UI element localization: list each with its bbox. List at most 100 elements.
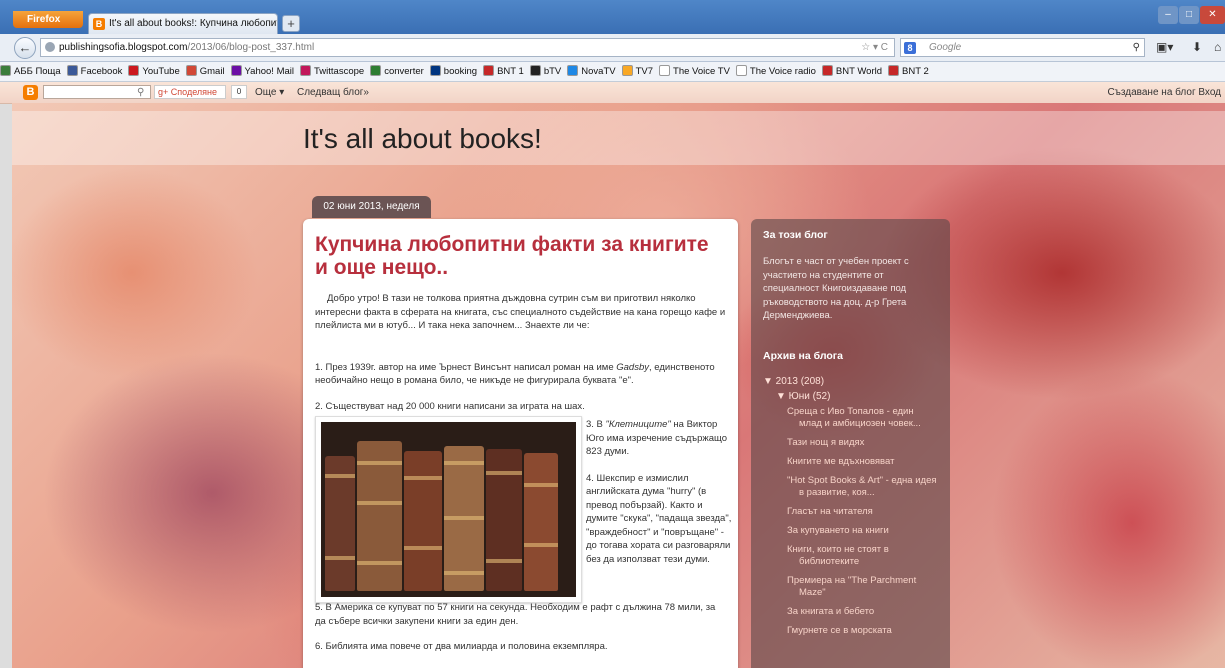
share-button[interactable]: g+ Споделяне xyxy=(154,85,226,99)
back-arrow-icon[interactable]: ← xyxy=(14,37,36,59)
bookmark-item[interactable]: BNT 2 xyxy=(888,62,929,81)
magnifier-icon[interactable]: ⚲ xyxy=(1133,39,1140,56)
fact-4: 4. Шекспир е измислил английската дума "… xyxy=(586,472,732,565)
bookmark-item[interactable]: АББ Поща xyxy=(0,62,61,81)
browser-titlebar: Firefox B It's all about books!: Купчина… xyxy=(0,0,1225,34)
post-card: Купчина любопитни факти за книгите и още… xyxy=(303,219,738,668)
sidebar: За този блог Блогът е част от учебен про… xyxy=(751,219,950,668)
globe-icon xyxy=(45,42,55,52)
bookmark-favicon-icon xyxy=(0,65,11,76)
bookmark-item[interactable]: converter xyxy=(370,62,424,81)
bookmark-item[interactable]: BNT 1 xyxy=(483,62,524,81)
archive-heading: Архив на блога xyxy=(763,349,844,362)
bookmark-favicon-icon xyxy=(659,65,671,76)
maximize-icon[interactable]: □ xyxy=(1179,6,1199,24)
bookmark-label: Twittascope xyxy=(314,66,365,77)
photo-block: 3. В "Клетниците" на Виктор Юго има изре… xyxy=(315,416,731,603)
share-label: Споделяне xyxy=(170,87,218,97)
bookmarks-menu-icon[interactable]: ▣▾ xyxy=(1156,40,1173,54)
navigation-toolbar: ← publishingsofia.blogspot.com/2013/06/b… xyxy=(0,34,1225,62)
blog-search-input[interactable] xyxy=(43,85,151,99)
bookmark-item[interactable]: Twittascope xyxy=(300,62,364,81)
archive-post-link[interactable]: Гласът на читателя xyxy=(787,506,938,518)
books-image xyxy=(321,422,576,597)
bookmark-item[interactable]: Yahoo! Mail xyxy=(230,62,295,81)
bookmark-star-icon[interactable]: ☆ ▾ C xyxy=(861,39,888,56)
bookmark-label: NovaTV xyxy=(581,66,616,77)
firefox-menu-button[interactable]: Firefox xyxy=(13,11,83,28)
fact-3: 3. В "Клетниците" на Виктор Юго има изре… xyxy=(586,419,728,457)
bookmark-favicon-icon xyxy=(429,65,441,76)
browser-tab-active[interactable]: B It's all about books!: Купчина любопит… xyxy=(88,13,278,34)
minimize-icon[interactable]: – xyxy=(1158,6,1178,24)
close-icon[interactable]: ✕ xyxy=(1200,6,1225,24)
archive-post-link[interactable]: Премиера на "The Parchment Maze" xyxy=(787,575,938,599)
archive-month-toggle[interactable]: ▼ Юни (52) xyxy=(776,391,938,402)
bookmark-favicon-icon xyxy=(128,65,140,76)
bookmark-item[interactable]: NovaTV xyxy=(567,62,616,81)
bookmark-favicon-icon xyxy=(567,65,579,76)
about-text: Блогът е част от учебен проект с участие… xyxy=(763,256,909,321)
blogger-favicon-icon: B xyxy=(93,18,105,30)
old-books-photo[interactable] xyxy=(315,416,582,603)
blogger-logo-icon[interactable]: B xyxy=(23,85,38,100)
new-tab-button[interactable]: + xyxy=(282,15,300,32)
post-date: 02 юни 2013, неделя xyxy=(312,196,431,218)
bookmark-favicon-icon xyxy=(300,65,312,76)
bookmark-favicon-icon xyxy=(621,65,633,76)
bookmark-label: TV7 xyxy=(635,66,654,77)
bookmark-label: АББ Поща xyxy=(14,66,61,77)
bookmark-label: The Voice TV xyxy=(673,66,730,77)
bookmark-item[interactable]: BNT World xyxy=(821,62,882,81)
about-heading: За този блог xyxy=(763,229,828,241)
bookmark-favicon-icon xyxy=(185,65,197,76)
bookmarks-toolbar: АББ Поща Facebook YouTube Gmail Yahoo! Mail T… xyxy=(0,62,1225,82)
search-placeholder: Google xyxy=(929,42,962,53)
create-blog-sign-in-links[interactable]: Създаване на блог Вход xyxy=(1107,82,1221,103)
bookmark-label: converter xyxy=(384,66,424,77)
bookmark-favicon-icon xyxy=(821,65,833,76)
bookmark-label: Gmail xyxy=(199,66,225,77)
bookmark-label: Facebook xyxy=(80,66,123,77)
address-bar[interactable]: publishingsofia.blogspot.com/2013/06/blo… xyxy=(40,38,895,57)
search-field[interactable]: 8 Google ⚲ xyxy=(900,38,1145,57)
archive-year-toggle[interactable]: ▼ 2013 (208) xyxy=(763,376,938,387)
archive-post-link[interactable]: Тази нощ я видях xyxy=(787,437,938,449)
blogger-navbar: B ⚲ g+ Споделяне 0 Още ▾ Следващ блог» С… xyxy=(0,82,1225,104)
bookmark-item[interactable]: Gmail xyxy=(185,62,225,81)
more-menu[interactable]: Още ▾ xyxy=(255,82,284,103)
bookmark-item[interactable]: Facebook xyxy=(66,62,123,81)
bookmark-favicon-icon xyxy=(370,65,382,76)
bookmark-favicon-icon xyxy=(735,65,747,76)
archive-post-link[interactable]: "Hot Spot Books & Art" - една идея в раз… xyxy=(787,475,938,499)
bookmark-favicon-icon xyxy=(483,65,495,76)
bookmark-item[interactable]: The Voice radio xyxy=(735,62,816,81)
facts-beside-photo: 3. В "Клетниците" на Виктор Юго има изре… xyxy=(586,418,736,579)
archive-post-link[interactable]: Среща с Иво Топалов - един млад и амбици… xyxy=(787,406,938,430)
archive-post-link[interactable]: За книгата и бебето xyxy=(787,606,938,618)
home-icon[interactable]: ⌂ xyxy=(1214,40,1221,54)
bookmark-label: Yahoo! Mail xyxy=(244,66,295,77)
archive-post-link[interactable]: Книги, които не стоят в библиотеките xyxy=(787,544,938,568)
bookmark-label: The Voice radio xyxy=(749,66,816,77)
blog-title[interactable]: It's all about books! xyxy=(303,123,542,155)
bookmark-item[interactable]: booking xyxy=(429,62,477,81)
archive-post-link[interactable]: Книгите ме вдъхновяват xyxy=(787,456,938,468)
archive-post-link[interactable]: За купуването на книги xyxy=(787,525,938,537)
blog-page: It's all about books! 02 юни 2013, недел… xyxy=(12,103,1225,668)
bookmark-item[interactable]: bTV xyxy=(529,62,562,81)
url-host: publishingsofia.blogspot.com xyxy=(59,42,188,53)
bookmark-item[interactable]: YouTube xyxy=(128,62,180,81)
next-blog-link[interactable]: Следващ блог» xyxy=(297,82,369,103)
archive-post-link[interactable]: Гмурнете се в морската xyxy=(787,625,938,637)
search-icon[interactable]: ⚲ xyxy=(137,82,144,103)
bookmark-favicon-icon xyxy=(529,65,541,76)
bookmark-item[interactable]: TV7 xyxy=(621,62,654,81)
bookmark-label: bTV xyxy=(543,66,562,77)
post-title[interactable]: Купчина любопитни факти за книгите и още… xyxy=(315,233,726,279)
download-icon[interactable]: ⬇ xyxy=(1192,40,1202,54)
archive-post-list: Среща с Иво Топалов - един млад и амбици… xyxy=(763,406,938,637)
bookmark-item[interactable]: The Voice TV xyxy=(659,62,730,81)
search-engine-icon[interactable]: 8 xyxy=(904,42,916,54)
bookmark-favicon-icon xyxy=(230,65,242,76)
